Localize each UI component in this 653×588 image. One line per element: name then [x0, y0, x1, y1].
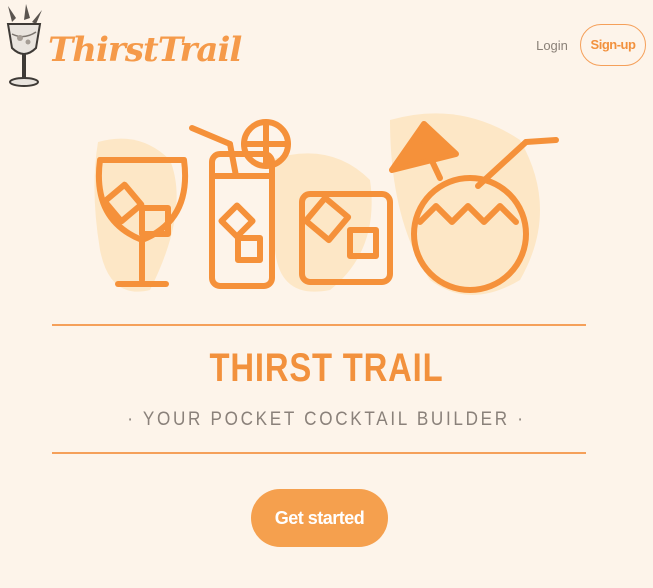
site-header: ThirstTrail Login Sign-up: [0, 0, 653, 100]
divider-bottom: [52, 452, 586, 454]
blob-middle: [270, 153, 372, 292]
get-started-button[interactable]: Get started: [251, 489, 388, 547]
signup-button[interactable]: Sign-up: [580, 24, 646, 66]
login-link[interactable]: Login: [533, 36, 571, 56]
divider-top: [52, 324, 586, 326]
brand-name[interactable]: ThirstTrail: [48, 28, 242, 72]
hero-tagline: · YOUR POCKET COCKTAIL BUILDER ·: [127, 409, 526, 430]
highball-glass-icon: [189, 119, 291, 289]
hero-title: THIRST TRAIL: [209, 346, 444, 390]
cocktails-illustration: [94, 113, 559, 295]
cocktail-shaker-logo-icon[interactable]: [4, 4, 44, 90]
